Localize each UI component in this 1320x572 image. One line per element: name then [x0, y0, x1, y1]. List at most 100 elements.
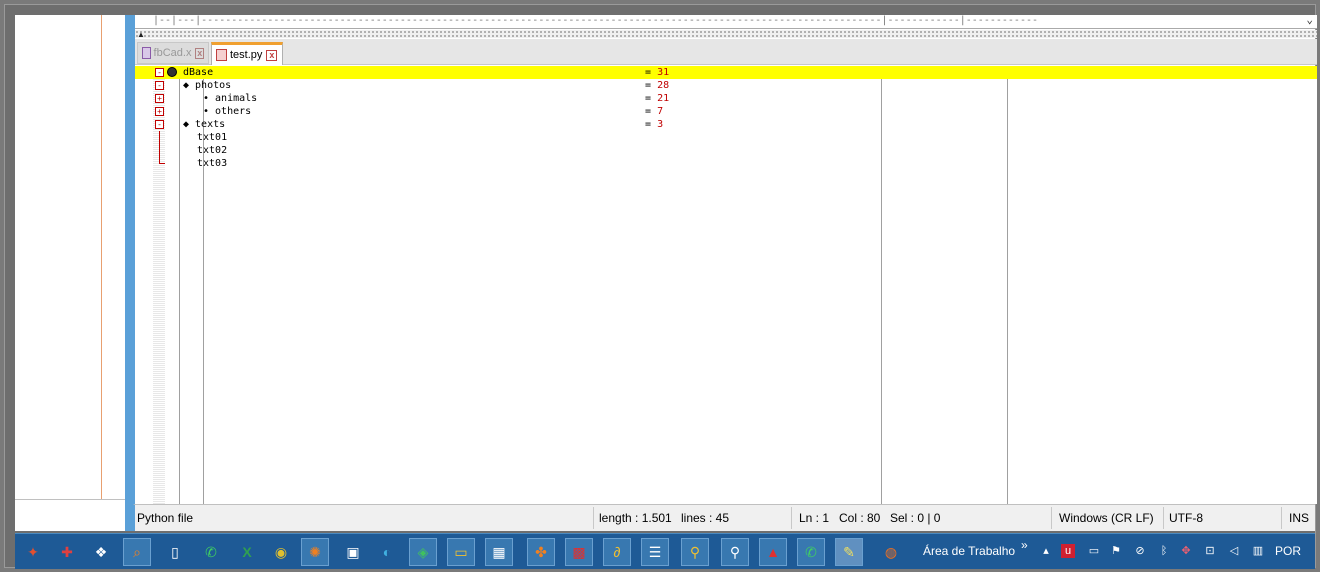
bluetooth-icon[interactable]: ᛒ — [1157, 544, 1171, 558]
collapse-up-icon[interactable]: ▲ — [137, 30, 145, 39]
app-icon[interactable]: ⚲ — [681, 538, 709, 566]
code-line[interactable]: - dBase = 31 — [135, 66, 1317, 79]
app-icon[interactable]: ▩ — [565, 538, 593, 566]
value-number: 3 — [657, 119, 664, 130]
bookmark-icon — [167, 67, 177, 77]
chrome-icon[interactable]: ◉ — [267, 538, 295, 566]
doc-length: length : 1.501 — [599, 511, 672, 525]
edge-icon[interactable]: ◐ — [373, 538, 401, 566]
window-frame: |--|---|--------------------------------… — [4, 4, 1317, 569]
chevron-down-icon[interactable]: ⌄ — [1306, 15, 1313, 26]
app-icon[interactable]: ▣ — [339, 538, 367, 566]
show-hidden-icons-icon[interactable]: ▴ — [1039, 544, 1053, 558]
status-divider — [593, 507, 594, 529]
start-menu-icon[interactable]: ✦ — [19, 538, 47, 566]
tab-label: fbCad.x — [153, 47, 192, 59]
code-view[interactable]: - dBase = 31 - ◆ photos = 28 + • animals… — [135, 66, 1317, 504]
line-value: = 3 — [645, 118, 663, 131]
encoding[interactable]: UTF-8 — [1169, 511, 1203, 525]
notepad-icon[interactable]: ✎ — [835, 538, 863, 566]
editor-area: |--|---|--------------------------------… — [133, 15, 1317, 504]
side-panel — [15, 15, 125, 531]
whatsapp-icon[interactable]: ✆ — [797, 538, 825, 566]
search-icon[interactable]: ⌕ — [123, 538, 151, 566]
tab-test-py[interactable]: test.py x — [211, 42, 283, 65]
value-number: 28 — [657, 80, 670, 91]
desktop-toolbar-label[interactable]: Área de Trabalho — [923, 544, 1015, 558]
tab-fbcad[interactable]: fbCad.x x — [137, 42, 209, 64]
splitter-grip[interactable] — [135, 30, 1317, 38]
fold-toggle[interactable]: + — [155, 107, 164, 116]
file-type: Python file — [137, 511, 194, 525]
tab-label: test.py — [230, 49, 263, 61]
whatsapp-icon[interactable]: ✆ — [197, 538, 225, 566]
code-line[interactable]: txt02 — [135, 144, 1317, 157]
status-divider — [1051, 507, 1052, 529]
status-bar: Python file length : 1.501 lines : 45 Ln… — [133, 504, 1315, 531]
network-off-icon[interactable]: ⊘ — [1133, 544, 1147, 558]
code-line[interactable]: txt01 — [135, 131, 1317, 144]
firefox-icon[interactable]: ◍ — [877, 538, 905, 566]
volume-icon[interactable]: ◁ — [1227, 544, 1241, 558]
code-line[interactable]: - ◆ texts = 3 — [135, 118, 1317, 131]
file-icon — [142, 47, 151, 59]
status-divider — [1281, 507, 1282, 529]
line-text: txt01 — [197, 132, 228, 143]
app-icon[interactable]: ✺ — [301, 538, 329, 566]
app-icon[interactable]: ▭ — [447, 538, 475, 566]
eol-format[interactable]: Windows (CR LF) — [1059, 511, 1154, 525]
insert-mode[interactable]: INS — [1289, 511, 1309, 525]
language-indicator[interactable]: POR — [1275, 544, 1301, 558]
ruler-text: |--|---|--------------------------------… — [153, 15, 1039, 26]
code-line[interactable]: txt03 — [135, 157, 1317, 170]
line-value: = 31 — [645, 66, 669, 79]
fold-line — [159, 131, 160, 144]
line-text: txt03 — [197, 158, 228, 169]
fold-toggle[interactable]: - — [155, 81, 164, 90]
app-icon[interactable]: ☰ — [641, 538, 669, 566]
close-icon[interactable]: x — [266, 49, 278, 61]
code-line[interactable]: + • animals = 21 — [135, 92, 1317, 105]
fold-line — [159, 144, 160, 157]
keyboard-icon[interactable]: ▭ — [1087, 544, 1101, 558]
fold-toggle[interactable]: - — [155, 68, 164, 77]
equals-sign: = — [645, 106, 652, 117]
line-value: = 7 — [645, 105, 663, 118]
app-icon[interactable]: ✚ — [53, 538, 81, 566]
line-text: dBase — [183, 67, 214, 78]
close-icon[interactable]: x — [195, 47, 204, 59]
splitter-bar[interactable] — [125, 15, 133, 531]
code-line[interactable]: + • others = 7 — [135, 105, 1317, 118]
app-tray-icon[interactable]: u — [1061, 544, 1075, 558]
value-number: 21 — [657, 93, 670, 104]
flag-icon[interactable]: ⚑ — [1109, 544, 1123, 558]
code-line[interactable]: - ◆ photos = 28 — [135, 79, 1317, 92]
app-icon[interactable]: ▲ — [759, 538, 787, 566]
fold-toggle[interactable]: + — [155, 94, 164, 103]
equals-sign: = — [645, 93, 652, 104]
doc-lines: lines : 45 — [681, 511, 730, 525]
line-text: • others — [203, 106, 252, 117]
tab-bar: fbCad.x x test.py x — [135, 39, 1317, 65]
app-icon[interactable]: ∂ — [603, 538, 631, 566]
excel-icon[interactable]: X — [233, 538, 261, 566]
equals-sign: = — [645, 80, 652, 91]
toolbar-chevron[interactable]: » — [1021, 538, 1028, 552]
app-window: |--|---|--------------------------------… — [15, 15, 1317, 531]
taskbar: ✦ ✚ ❖ ⌕ ▯ ✆ X ◉ ✺ ▣ ◐ ◈ ▭ ▦ ✤ ▩ ∂ ☰ ⚲ ⚲ … — [15, 533, 1315, 569]
fold-toggle[interactable]: - — [155, 120, 164, 129]
dropbox-icon[interactable]: ✥ — [1179, 544, 1193, 558]
calendar-icon[interactable]: ▥ — [1251, 544, 1265, 558]
app-icon[interactable]: ❖ — [87, 538, 115, 566]
value-number: 31 — [657, 67, 670, 78]
magnifier-icon[interactable]: ⚲ — [721, 538, 749, 566]
line-text: ◆ photos — [183, 80, 232, 91]
app-icon[interactable]: ◈ — [409, 538, 437, 566]
equals-sign: = — [645, 119, 652, 130]
cursor-col: Col : 80 — [839, 511, 881, 525]
network-icon[interactable]: ⊡ — [1203, 544, 1217, 558]
app-icon[interactable]: ▦ — [485, 538, 513, 566]
app-icon[interactable]: ✤ — [527, 538, 555, 566]
panel-divider — [101, 15, 102, 499]
app-icon[interactable]: ▯ — [161, 538, 189, 566]
